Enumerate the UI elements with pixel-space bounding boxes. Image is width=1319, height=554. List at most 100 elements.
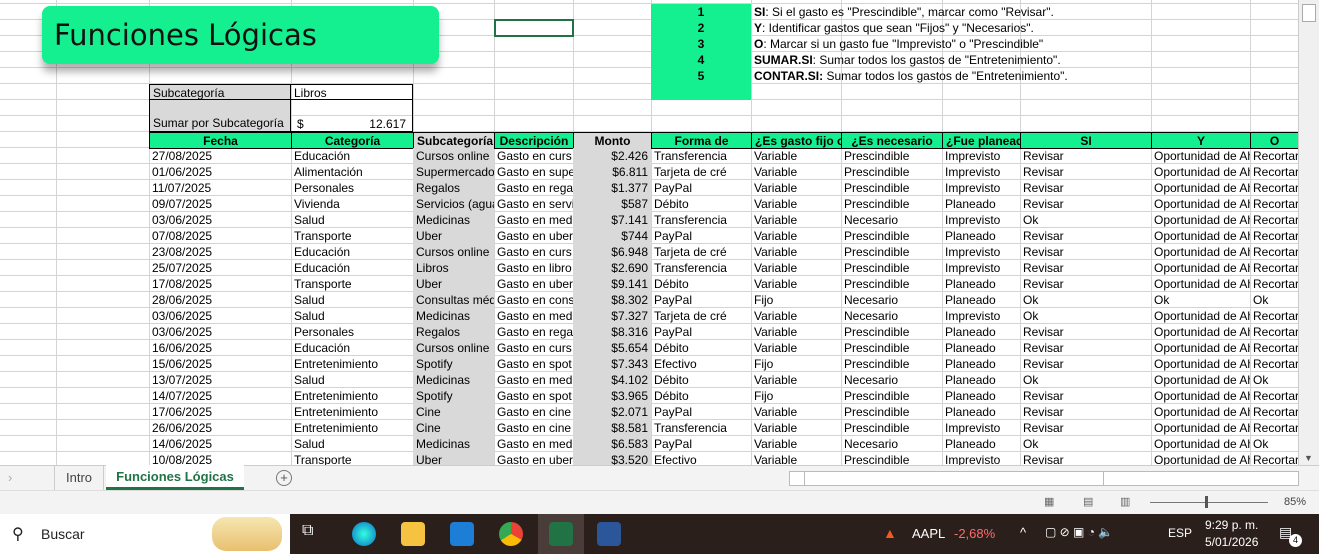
table-cell[interactable]: Gasto en spot (494, 388, 573, 404)
table-cell[interactable]: Ok (1020, 212, 1151, 228)
table-cell[interactable]: Gasto en rega (494, 180, 573, 196)
table-cell[interactable]: Medicinas (413, 372, 494, 388)
table-cell[interactable]: Personales (291, 324, 413, 340)
table-cell[interactable]: Variable (751, 436, 841, 452)
table-cell[interactable]: Gasto en uber (494, 276, 573, 292)
horizontal-scrollbar[interactable] (789, 471, 1299, 486)
table-cell[interactable]: Gasto en cine (494, 420, 573, 436)
table-cell[interactable]: Revisar (1020, 452, 1151, 465)
table-cell[interactable]: Salud (291, 436, 413, 452)
table-cell[interactable]: Medicinas (413, 212, 494, 228)
table-cell[interactable]: Ok (1020, 308, 1151, 324)
page-break-icon[interactable]: ▥ (1120, 495, 1130, 508)
table-cell[interactable]: $2.426 (573, 148, 651, 164)
table-cell[interactable]: Transferencia (651, 212, 751, 228)
table-cell[interactable]: Consultas médicas (413, 292, 494, 308)
table-cell[interactable]: PayPal (651, 292, 751, 308)
vertical-scrollbar[interactable]: ▼ (1298, 0, 1319, 465)
table-cell[interactable]: Prescindible (841, 324, 942, 340)
table-cell[interactable]: Variable (751, 244, 841, 260)
table-cell[interactable]: $4.102 (573, 372, 651, 388)
table-cell[interactable]: Oportunidad de Ahorro (1151, 180, 1250, 196)
table-cell[interactable]: Ok (1151, 292, 1250, 308)
table-cell[interactable]: $2.071 (573, 404, 651, 420)
table-cell[interactable]: Gasto en rega (494, 324, 573, 340)
normal-view-icon[interactable]: ▦ (1044, 495, 1054, 508)
table-cell[interactable]: Fijo (751, 388, 841, 404)
table-cell[interactable]: Prescindible (841, 276, 942, 292)
lookup-sum-cell[interactable]: $ 12.617 (291, 100, 413, 132)
table-cell[interactable]: Prescindible (841, 148, 942, 164)
table-cell[interactable]: Oportunidad de Ahorro (1151, 260, 1250, 276)
table-cell[interactable]: Revisar (1020, 260, 1151, 276)
table-cell[interactable]: 10/08/2025 (149, 452, 291, 465)
table-cell[interactable]: Gasto en spot (494, 356, 573, 372)
table-cell[interactable]: Medicinas (413, 308, 494, 324)
table-cell[interactable]: Tarjeta de cré (651, 244, 751, 260)
table-cell[interactable]: Variable (751, 212, 841, 228)
table-cell[interactable]: 14/07/2025 (149, 388, 291, 404)
table-cell[interactable]: Prescindible (841, 356, 942, 372)
column-header[interactable]: Monto (573, 132, 651, 149)
table-cell[interactable]: $7.141 (573, 212, 651, 228)
tab-scroll-left-icon[interactable]: › (8, 470, 12, 485)
table-cell[interactable]: PayPal (651, 180, 751, 196)
table-cell[interactable]: Débito (651, 388, 751, 404)
table-cell[interactable]: Entretenimiento (291, 356, 413, 372)
table-cell[interactable]: Salud (291, 308, 413, 324)
table-cell[interactable]: PayPal (651, 324, 751, 340)
table-cell[interactable]: Prescindible (841, 244, 942, 260)
table-cell[interactable]: Prescindible (841, 180, 942, 196)
table-cell[interactable]: Variable (751, 372, 841, 388)
file-explorer-icon[interactable] (401, 522, 425, 546)
table-cell[interactable]: Imprevisto (942, 308, 1020, 324)
table-cell[interactable]: Oportunidad de Ahorro (1151, 164, 1250, 180)
scroll-down-arrow-icon[interactable]: ▼ (1304, 453, 1313, 463)
column-header[interactable]: Forma de (651, 132, 751, 149)
table-cell[interactable]: Planeado (942, 196, 1020, 212)
table-cell[interactable]: Servicios (agua, luz, g (413, 196, 494, 212)
table-cell[interactable]: 14/06/2025 (149, 436, 291, 452)
table-cell[interactable]: Salud (291, 372, 413, 388)
table-cell[interactable]: Oportunidad de Ahorro (1151, 308, 1250, 324)
table-cell[interactable]: $8.302 (573, 292, 651, 308)
table-cell[interactable]: Recortar Gasto (1250, 228, 1298, 244)
outlook-icon[interactable] (450, 522, 474, 546)
tray-chevron-icon[interactable]: ^ (1020, 525, 1026, 540)
table-cell[interactable]: 27/08/2025 (149, 148, 291, 164)
table-cell[interactable]: Prescindible (841, 404, 942, 420)
table-cell[interactable]: Revisar (1020, 420, 1151, 436)
table-cell[interactable]: $5.654 (573, 340, 651, 356)
table-cell[interactable]: Variable (751, 324, 841, 340)
table-cell[interactable]: PayPal (651, 404, 751, 420)
stock-ticker[interactable]: AAPL (912, 526, 945, 541)
table-cell[interactable]: $7.327 (573, 308, 651, 324)
table-cell[interactable]: Transporte (291, 228, 413, 244)
table-cell[interactable]: Revisar (1020, 356, 1151, 372)
table-cell[interactable]: Recortar Gasto (1250, 244, 1298, 260)
table-cell[interactable]: Cine (413, 420, 494, 436)
table-cell[interactable]: Fijo (751, 292, 841, 308)
table-cell[interactable]: Recortar Gasto (1250, 452, 1298, 465)
table-cell[interactable]: Imprevisto (942, 212, 1020, 228)
table-cell[interactable]: Necesario (841, 212, 942, 228)
table-cell[interactable]: Revisar (1020, 276, 1151, 292)
column-header[interactable]: Subcategoría (413, 132, 494, 149)
table-cell[interactable]: Oportunidad de Ahorro (1151, 212, 1250, 228)
table-cell[interactable]: Recortar Gasto (1250, 276, 1298, 292)
table-cell[interactable]: Prescindible (841, 164, 942, 180)
table-cell[interactable]: 28/06/2025 (149, 292, 291, 308)
table-cell[interactable]: $6.948 (573, 244, 651, 260)
table-cell[interactable]: Oportunidad de Ahorro (1151, 276, 1250, 292)
table-cell[interactable]: Oportunidad de Ahorro (1151, 452, 1250, 465)
table-cell[interactable]: Recortar Gasto (1250, 212, 1298, 228)
table-cell[interactable]: Entretenimiento (291, 388, 413, 404)
table-cell[interactable]: Gasto en uber (494, 228, 573, 244)
table-cell[interactable]: Transporte (291, 276, 413, 292)
table-cell[interactable]: Efectivo (651, 356, 751, 372)
table-cell[interactable]: 23/08/2025 (149, 244, 291, 260)
table-cell[interactable]: Oportunidad de Ahorro (1151, 244, 1250, 260)
table-cell[interactable]: Revisar (1020, 148, 1151, 164)
table-cell[interactable]: Entretenimiento (291, 404, 413, 420)
table-cell[interactable]: 11/07/2025 (149, 180, 291, 196)
